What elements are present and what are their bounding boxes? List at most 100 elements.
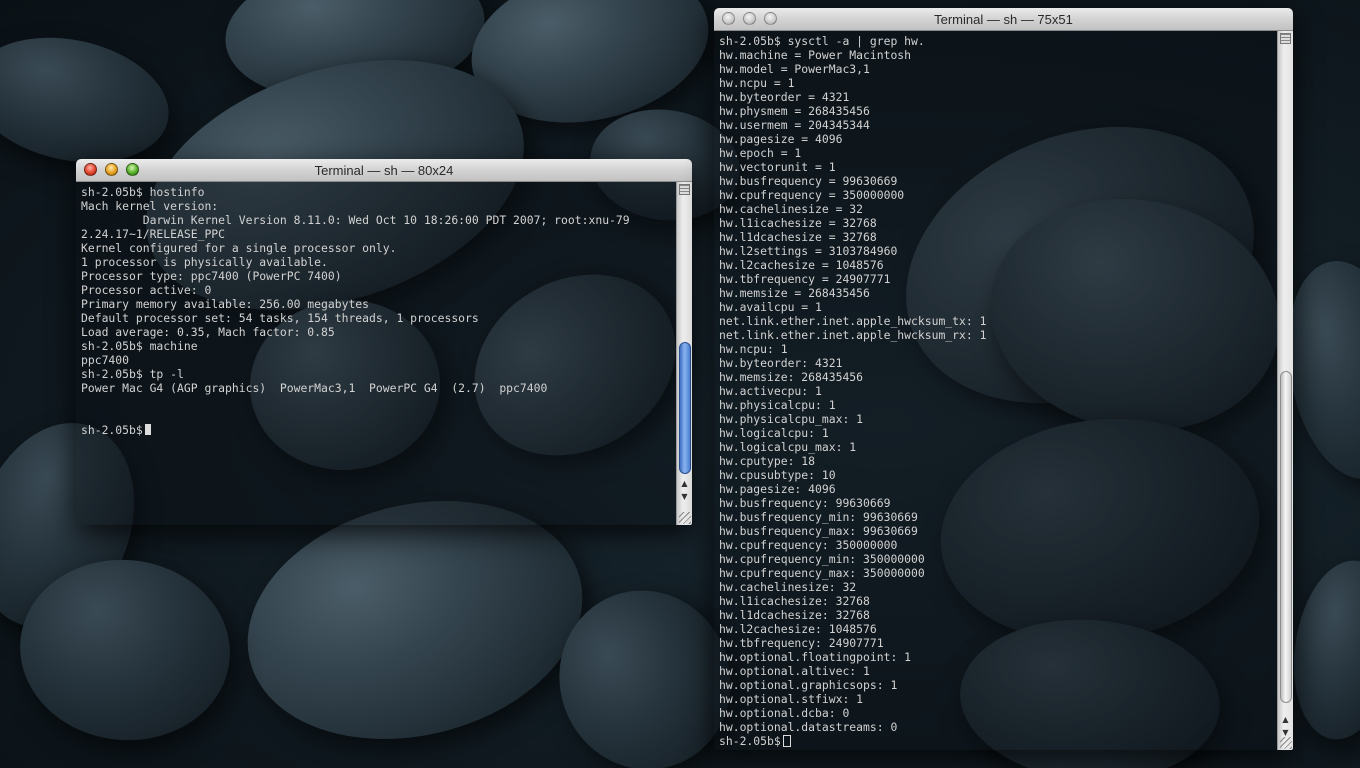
terminal-line: hw.memsize: 268435456 <box>719 370 986 384</box>
terminal-line: sh-2.05b$ <box>81 423 630 437</box>
minimize-icon[interactable] <box>743 12 756 25</box>
terminal-line-text: Power Mac G4 (AGP graphics) PowerMac3,1 … <box>81 381 548 395</box>
terminal-line-text: hw.vectorunit = 1 <box>719 160 836 174</box>
terminal-line-text: hw.machine = Power Macintosh <box>719 48 912 62</box>
terminal-line-text: hw.optional.altivec: 1 <box>719 664 870 678</box>
terminal-line-text: hw.optional.graphicsops: 1 <box>719 678 898 692</box>
split-pane-icon[interactable] <box>1280 33 1291 44</box>
terminal-line-text: 1 processor is physically available. <box>81 255 328 269</box>
terminal-line: sh-2.05b$ tp -l <box>81 367 630 381</box>
zoom-icon[interactable] <box>764 12 777 25</box>
terminal-text-area[interactable]: sh-2.05b$ hostinfo Mach kernel version: D… <box>76 182 676 525</box>
window-title: Terminal — sh — 75x51 <box>934 12 1073 27</box>
terminal-text-area[interactable]: sh-2.05b$ sysctl -a | grep hw. hw.machine… <box>714 31 1277 750</box>
terminal-line: hw.byteorder: 4321 <box>719 356 986 370</box>
terminal-line-text: hw.tbfrequency = 24907771 <box>719 272 891 286</box>
terminal-line-text: hw.byteorder = 4321 <box>719 90 850 104</box>
scroll-thumb[interactable] <box>679 342 691 474</box>
terminal-line-text: hw.l1icachesize: 32768 <box>719 594 870 608</box>
terminal-line-text: ppc7400 <box>81 353 130 367</box>
terminal-output: sh-2.05b$ hostinfo Mach kernel version: D… <box>81 185 630 437</box>
terminal-line: hw.pagesize = 4096 <box>719 132 986 146</box>
terminal-line: hw.machine = Power Macintosh <box>719 48 986 62</box>
terminal-line-text: Darwin Kernel Version 8.11.0: Wed Oct 10… <box>81 213 630 227</box>
terminal-line-text: hw.busfrequency_min: 99630669 <box>719 510 918 524</box>
terminal-line-text: hw.cpufrequency: 350000000 <box>719 538 898 552</box>
terminal-line-text: Mach kernel version: <box>81 199 219 213</box>
terminal-line: hw.epoch = 1 <box>719 146 986 160</box>
terminal-line: hw.l2cachesize = 1048576 <box>719 258 986 272</box>
terminal-line-text: Kernel configured for a single processor… <box>81 241 397 255</box>
terminal-line-text: hw.usermem = 204345344 <box>719 118 870 132</box>
minimize-icon[interactable] <box>105 163 118 176</box>
terminal-line: hw.physicalcpu_max: 1 <box>719 412 986 426</box>
terminal-line: hw.optional.dcba: 0 <box>719 706 986 720</box>
scroll-up-arrow-icon[interactable]: ▲ <box>677 477 692 490</box>
window-titlebar[interactable]: Terminal — sh — 75x51 <box>714 8 1293 31</box>
scroll-up-arrow-icon[interactable]: ▲ <box>1278 713 1293 726</box>
scroll-down-arrow-icon[interactable]: ▼ <box>677 490 692 503</box>
terminal-line: 1 processor is physically available. <box>81 255 630 269</box>
terminal-line-text: Processor type: ppc7400 (PowerPC 7400) <box>81 269 342 283</box>
terminal-line-text: sh-2.05b$ hostinfo <box>81 185 205 199</box>
terminal-line: hw.optional.datastreams: 0 <box>719 720 986 734</box>
terminal-line: hw.logicalcpu_max: 1 <box>719 440 986 454</box>
terminal-line-text: sh-2.05b$ <box>81 423 143 437</box>
terminal-line: hw.l1icachesize: 32768 <box>719 594 986 608</box>
terminal-line-text: hw.cachelinesize: 32 <box>719 580 857 594</box>
terminal-line-text: hw.pagesize = 4096 <box>719 132 843 146</box>
vertical-scrollbar[interactable]: ▲ ▼ <box>676 182 692 525</box>
terminal-line: Default processor set: 54 tasks, 154 thr… <box>81 311 630 325</box>
terminal-line: hw.l1icachesize = 32768 <box>719 216 986 230</box>
terminal-line: hw.cpufrequency: 350000000 <box>719 538 986 552</box>
close-icon[interactable] <box>722 12 735 25</box>
resize-grip-icon[interactable] <box>1280 737 1292 749</box>
terminal-line: Load average: 0.35, Mach factor: 0.85 <box>81 325 630 339</box>
terminal-line: hw.usermem = 204345344 <box>719 118 986 132</box>
split-pane-icon[interactable] <box>679 184 690 195</box>
terminal-line-text: hw.cpufrequency = 350000000 <box>719 188 905 202</box>
zoom-icon[interactable] <box>126 163 139 176</box>
terminal-line: hw.optional.altivec: 1 <box>719 664 986 678</box>
terminal-line-text: hw.physicalcpu: 1 <box>719 398 836 412</box>
terminal-window-80x24[interactable]: Terminal — sh — 80x24 sh-2.05b$ hostinfo… <box>76 159 692 525</box>
terminal-line: sh-2.05b$ machine <box>81 339 630 353</box>
terminal-window-75x51[interactable]: Terminal — sh — 75x51 sh-2.05b$ sysctl -… <box>714 8 1293 750</box>
terminal-line: Power Mac G4 (AGP graphics) PowerMac3,1 … <box>81 381 630 395</box>
terminal-line-text: hw.l1icachesize = 32768 <box>719 216 877 230</box>
terminal-line: sh-2.05b$ <box>719 734 986 748</box>
close-icon[interactable] <box>84 163 97 176</box>
terminal-line: sh-2.05b$ hostinfo <box>81 185 630 199</box>
terminal-line-text: hw.l2settings = 3103784960 <box>719 244 898 258</box>
terminal-line: hw.optional.floatingpoint: 1 <box>719 650 986 664</box>
terminal-line: hw.model = PowerMac3,1 <box>719 62 986 76</box>
terminal-line: hw.activecpu: 1 <box>719 384 986 398</box>
terminal-line-text: hw.ncpu = 1 <box>719 76 795 90</box>
terminal-line-text: hw.busfrequency: 99630669 <box>719 496 891 510</box>
terminal-line-text: net.link.ether.inet.apple_hwcksum_tx: 1 <box>719 314 987 328</box>
terminal-line: hw.optional.stfiwx: 1 <box>719 692 986 706</box>
scroll-thumb[interactable] <box>1280 371 1292 703</box>
terminal-line-text: hw.optional.floatingpoint: 1 <box>719 650 912 664</box>
terminal-line: hw.availcpu = 1 <box>719 300 986 314</box>
terminal-line-text: hw.model = PowerMac3,1 <box>719 62 870 76</box>
terminal-line: hw.busfrequency: 99630669 <box>719 496 986 510</box>
resize-grip-icon[interactable] <box>679 512 691 524</box>
terminal-line-text: hw.logicalcpu_max: 1 <box>719 440 857 454</box>
terminal-line-text: sh-2.05b$ machine <box>81 339 198 353</box>
terminal-line-text: hw.cpusubtype: 10 <box>719 468 836 482</box>
terminal-line-text: sh-2.05b$ sysctl -a | grep hw. <box>719 34 925 48</box>
terminal-line: Primary memory available: 256.00 megabyt… <box>81 297 630 311</box>
vertical-scrollbar[interactable]: ▲ ▼ <box>1277 31 1293 750</box>
terminal-line-text: hw.tbfrequency: 24907771 <box>719 636 884 650</box>
window-titlebar[interactable]: Terminal — sh — 80x24 <box>76 159 692 182</box>
terminal-line-text: hw.memsize: 268435456 <box>719 370 864 384</box>
terminal-line: net.link.ether.inet.apple_hwcksum_rx: 1 <box>719 328 986 342</box>
terminal-line: hw.busfrequency_min: 99630669 <box>719 510 986 524</box>
terminal-line-text: sh-2.05b$ <box>719 734 781 748</box>
terminal-line-text: hw.byteorder: 4321 <box>719 356 843 370</box>
terminal-line-text: hw.cachelinesize = 32 <box>719 202 864 216</box>
terminal-line: hw.cpusubtype: 10 <box>719 468 986 482</box>
